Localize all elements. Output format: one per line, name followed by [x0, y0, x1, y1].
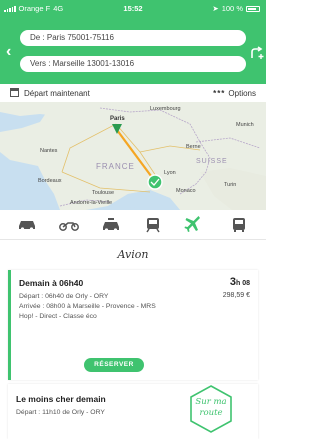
origin-field[interactable]: De : Paris 75001-75116	[20, 30, 246, 46]
transport-tabs	[0, 210, 266, 240]
result-price: 298,59 €	[222, 292, 250, 299]
taxi-icon	[103, 218, 119, 232]
train-tab[interactable]	[140, 216, 166, 234]
location-icon: ➤	[212, 4, 219, 13]
options-dots: ***	[213, 89, 226, 98]
motorbike-icon	[59, 222, 79, 231]
map-label-nantes: Nantes	[40, 148, 58, 154]
result-details: Départ : 06h40 de Orly - ORY Arrivée : 0…	[19, 292, 199, 322]
calendar-icon	[10, 88, 19, 97]
duration-rest: h 08	[235, 280, 250, 287]
route-map[interactable]: Luxembourg Paris FRANCE SUISSE Nantes Ly…	[0, 102, 266, 210]
result-title: Demain à 06h40	[19, 278, 84, 288]
map-label-bordeaux: Bordeaux	[38, 178, 62, 184]
map-label-lyon: Lyon	[164, 170, 176, 176]
car-tab[interactable]	[14, 216, 40, 234]
options-button[interactable]: *** Options	[213, 89, 256, 98]
options-label: Options	[228, 89, 256, 98]
map-label-luxembourg: Luxembourg	[150, 106, 181, 112]
result-departure: Départ : 11h10 de Orly - ORY	[16, 409, 105, 416]
header: Orange F 4G 15:52 ➤ 100 % ‹ De : Paris 7…	[0, 0, 266, 84]
result-card[interactable]: Demain à 06h40 3h 08 298,59 € Départ : 0…	[8, 270, 258, 380]
map-label-suisse: SUISSE	[196, 158, 228, 165]
badge-line1: Sur ma	[195, 397, 227, 407]
book-button[interactable]: RÉSERVER	[84, 358, 144, 372]
map-canvas	[0, 102, 266, 210]
map-label-turin: Turin	[224, 182, 237, 188]
result-duration: 3h 08	[230, 276, 250, 288]
result-title: Le moins cher demain	[16, 394, 106, 404]
map-label-paris: Paris	[110, 116, 125, 122]
departure-label[interactable]: Départ maintenant	[24, 89, 90, 98]
badge-line2: route	[199, 408, 223, 418]
plane-icon	[184, 216, 200, 232]
train-icon	[146, 218, 160, 233]
result-carrier: Hop! - Direct - Classe éco	[19, 313, 97, 320]
motorbike-tab[interactable]	[56, 216, 82, 234]
bus-icon	[233, 218, 245, 232]
result-details: Départ : 11h10 de Orly - ORY	[16, 408, 196, 418]
back-chevron-icon[interactable]: ‹	[6, 44, 11, 60]
result-departure: Départ : 06h40 de Orly - ORY	[19, 293, 109, 300]
battery-icon	[246, 5, 260, 12]
result-arrival: Arrivée : 08h00 à Marseille - Provence -…	[19, 303, 156, 310]
status-bar: Orange F 4G 15:52 ➤ 100 %	[0, 0, 266, 16]
add-stop-icon[interactable]	[250, 46, 264, 63]
car-icon	[19, 221, 35, 231]
map-label-munich: Munich	[236, 122, 254, 128]
map-label-andorre: Andorre-la-Vieille	[70, 200, 113, 206]
destination-field[interactable]: Vers : Marseille 13001-13016	[20, 56, 246, 72]
map-label-toulouse: Toulouse	[92, 190, 115, 196]
departure-row[interactable]: Départ maintenant *** Options	[0, 84, 266, 102]
map-label-france: FRANCE	[96, 162, 135, 171]
taxi-tab[interactable]	[98, 216, 124, 234]
sur-ma-route-label[interactable]: Sur ma route	[188, 397, 234, 419]
bus-tab[interactable]	[226, 216, 252, 234]
plane-tab[interactable]	[180, 216, 206, 234]
mode-title: Avion	[117, 248, 149, 261]
map-label-berne: Berne	[186, 144, 201, 150]
battery-percent: 100 %	[221, 4, 243, 13]
map-label-monaco: Monaco	[176, 188, 196, 194]
